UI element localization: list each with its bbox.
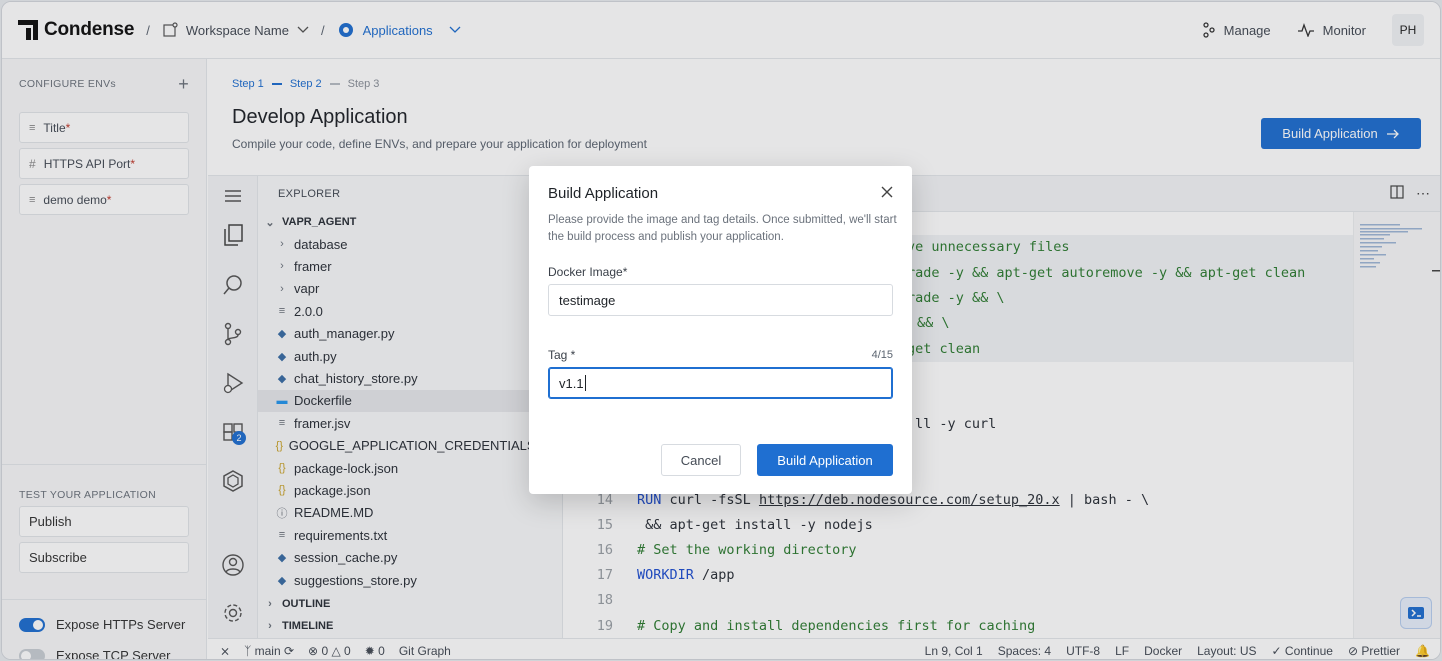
- tag-label: Tag *: [548, 348, 576, 362]
- dialog-description: Please provide the image and tag details…: [548, 214, 897, 243]
- tag-input[interactable]: v1.1: [548, 367, 893, 399]
- docker-image-value: testimage: [559, 292, 616, 308]
- dialog-title: Build Application: [548, 185, 659, 202]
- tag-char-count: 4/15: [871, 349, 893, 361]
- build-application-dialog: Build Application Please provide the ima…: [529, 166, 912, 494]
- submit-build-button[interactable]: Build Application: [757, 444, 893, 476]
- cancel-button[interactable]: Cancel: [661, 444, 741, 476]
- docker-image-input[interactable]: testimage: [548, 284, 893, 316]
- close-icon[interactable]: [880, 185, 894, 199]
- docker-image-label: Docker Image*: [548, 265, 628, 279]
- text-caret: [584, 375, 586, 391]
- tag-value: v1.1: [559, 375, 584, 391]
